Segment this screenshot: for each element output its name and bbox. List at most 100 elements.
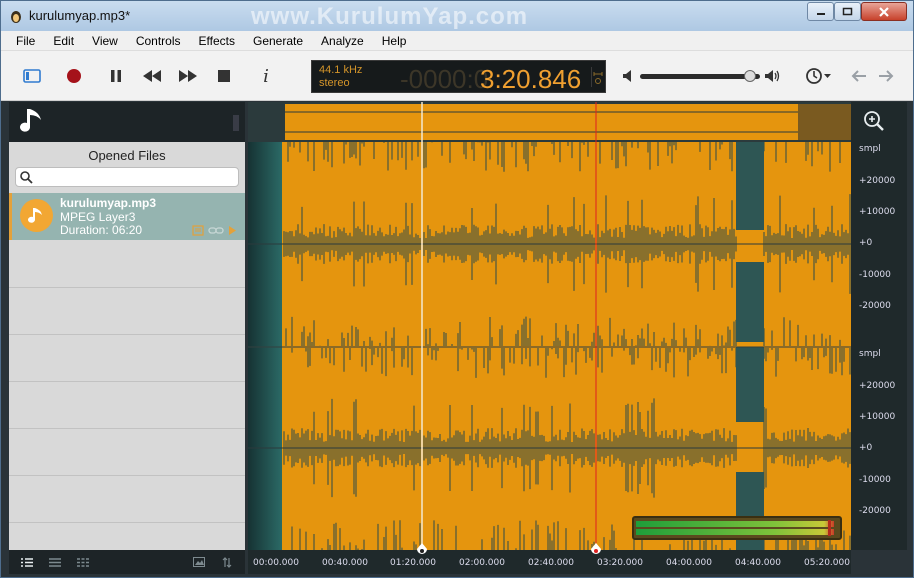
close-icon [879, 6, 889, 17]
menu-view[interactable]: View [83, 31, 127, 51]
time-label: 00:00.000 [253, 558, 299, 568]
amp-label: +20000 [859, 381, 896, 391]
audio-file-icon [20, 199, 53, 232]
chevron-down-icon [823, 74, 831, 78]
music-note-icon[interactable] [19, 106, 49, 138]
quiet-segment [736, 142, 764, 230]
clock-icon [805, 68, 822, 84]
panel-title: Opened Files [88, 148, 166, 163]
image-icon[interactable] [193, 557, 205, 567]
time-label: 05:20.000 [804, 558, 850, 568]
app-window: kurulumyap.mp3* www.KurulumYap.com File … [0, 0, 914, 578]
link-icon[interactable] [208, 225, 224, 236]
sample-rate: 44.1 kHz [319, 64, 363, 76]
menu-help[interactable]: Help [373, 31, 416, 51]
volume-high-icon [765, 70, 780, 82]
file-list-item[interactable]: kurulumyap.mp3 MPEG Layer3 Duration: 06:… [9, 193, 245, 240]
menu-file[interactable]: File [8, 31, 44, 51]
list-view-icon[interactable] [21, 558, 33, 567]
opened-files-panel: Opened Files kurulumyap.mp3 MPEG Layer3 … [9, 142, 245, 550]
arrow-left-icon [851, 70, 866, 82]
amp-label: +0 [859, 238, 873, 248]
minimize-button[interactable] [807, 2, 834, 21]
waveform-canvas[interactable] [248, 102, 851, 550]
waveform-editor[interactable] [248, 102, 851, 550]
file-info-icon[interactable] [192, 225, 204, 236]
time-label: 02:40.000 [528, 558, 574, 568]
cursor-marker-icon[interactable] [416, 542, 428, 556]
rewind-icon [143, 70, 161, 82]
minimize-icon [816, 12, 825, 15]
sidebar-icon [23, 69, 41, 83]
channel-mode: stereo [319, 77, 350, 89]
toggle-sidebar-button[interactable] [20, 64, 44, 88]
pause-button[interactable] [104, 64, 128, 88]
time-inactive-digits: -0000:0 [400, 64, 489, 94]
quiet-segment [736, 347, 764, 422]
current-time: 3:20.846 [480, 64, 582, 94]
play-icon[interactable] [228, 225, 237, 236]
menu-bar: File Edit View Controls Effects Generate… [1, 31, 913, 51]
close-button[interactable] [861, 2, 907, 21]
grid-view-icon[interactable] [77, 558, 89, 567]
time-ruler[interactable]: 00:00.000 00:40.000 01:20.000 02:00.000 … [248, 543, 851, 574]
search-icon [20, 171, 33, 184]
history-button[interactable] [801, 64, 835, 88]
overview-dim-region [798, 104, 851, 140]
list-divider [9, 428, 245, 429]
sidebar-header [9, 102, 245, 142]
time-label: 00:40.000 [322, 558, 368, 568]
list-divider [9, 475, 245, 476]
playhead-marker-icon[interactable] [590, 542, 602, 556]
volume-slider-handle[interactable] [744, 70, 757, 82]
amp-label: smpl [859, 144, 881, 154]
search-input[interactable] [15, 167, 239, 187]
amp-label: -10000 [859, 270, 891, 280]
app-icon [11, 11, 21, 23]
silence-region [248, 142, 282, 550]
arrow-right-icon [879, 70, 894, 82]
list-divider [9, 381, 245, 382]
amp-label: +10000 [859, 207, 896, 217]
amp-label: smpl [859, 349, 881, 359]
stop-button[interactable] [212, 64, 236, 88]
list-divider [9, 287, 245, 288]
file-duration: Duration: 06:20 [60, 223, 143, 237]
menu-edit[interactable]: Edit [44, 31, 83, 51]
undo-button[interactable] [847, 64, 871, 88]
toolbar: i 44.1 kHz stereo -0000:0 3:20.846 [1, 51, 913, 101]
redo-button[interactable] [874, 64, 898, 88]
restore-icon [842, 7, 853, 16]
volume-max-button[interactable] [761, 64, 785, 88]
amp-label: +10000 [859, 412, 896, 422]
info-button[interactable]: i [254, 64, 278, 88]
menu-analyze[interactable]: Analyze [312, 31, 373, 51]
resize-grip-icon[interactable] [233, 115, 239, 131]
amp-label: -10000 [859, 475, 891, 485]
display-mode-toggle[interactable] [591, 67, 603, 87]
sidebar-footer [9, 550, 245, 574]
sort-icon[interactable] [222, 557, 232, 568]
menu-generate[interactable]: Generate [244, 31, 312, 51]
mute-button[interactable] [618, 64, 642, 88]
list-divider [9, 334, 245, 335]
volume-slider[interactable] [640, 74, 760, 79]
compact-view-icon[interactable] [49, 558, 61, 567]
maximize-button[interactable] [834, 2, 861, 21]
title-bar: kurulumyap.mp3* www.KurulumYap.com [1, 1, 913, 31]
list-divider [9, 522, 245, 523]
amp-label: -20000 [859, 301, 891, 311]
menu-controls[interactable]: Controls [127, 31, 190, 51]
zoom-in-icon[interactable] [863, 110, 885, 132]
amp-label: -20000 [859, 506, 891, 516]
fast-forward-button[interactable] [176, 64, 200, 88]
amp-label: +20000 [859, 176, 896, 186]
pause-icon [111, 70, 121, 82]
time-label: 03:20.000 [597, 558, 643, 568]
menu-effects[interactable]: Effects [190, 31, 244, 51]
rewind-button[interactable] [140, 64, 164, 88]
watermark: www.KurulumYap.com [251, 3, 529, 30]
stop-icon [218, 70, 230, 82]
record-button[interactable] [62, 64, 86, 88]
overview-waveform [285, 104, 798, 140]
